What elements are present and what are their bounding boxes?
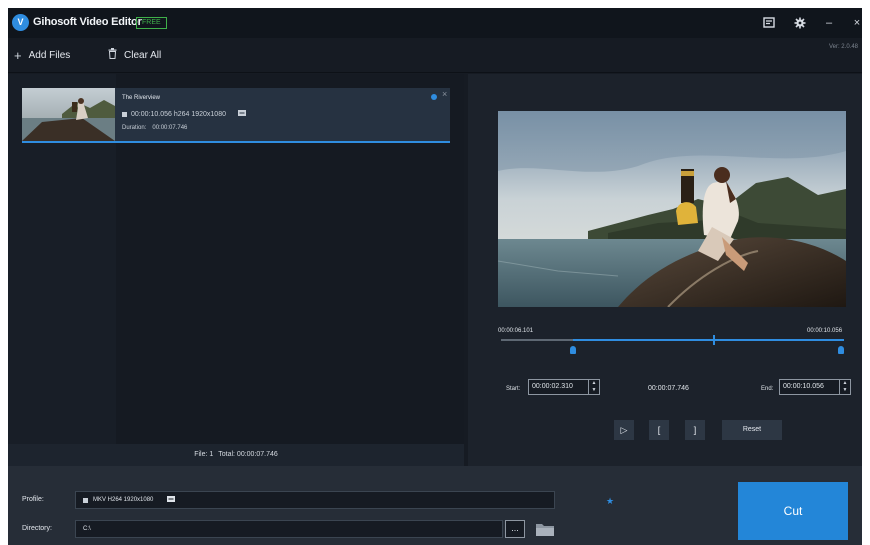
directory-input[interactable]: C:\ [75,520,503,538]
plus-icon: + [14,47,22,63]
add-files-button[interactable]: + Add Files [14,47,70,63]
video-thumbnail [22,88,115,141]
file-duration: Duration: 00:00:07.746 [122,125,187,131]
end-time-field[interactable]: 00:00:10.056 ▲ ▼ [779,379,851,395]
duration-label: Duration: [122,125,147,131]
timeline-playhead[interactable] [712,335,715,345]
file-name: The Riverview [122,95,161,101]
end-time-value[interactable]: 00:00:10.056 [780,380,839,394]
spin-up-icon[interactable]: ▲ [840,380,850,387]
video-format-icon [122,111,127,117]
app-logo-icon: V [12,14,29,31]
start-time-spinner[interactable]: ▲ ▼ [588,380,599,394]
timeline-end-time: 00:00:10.056 [807,328,843,334]
output-settings-bar: Profile: MKV H264 1920x1080 ★ Directory:… [8,466,862,545]
file-status-bar: File: 1 Total: 00:00:07.746 [8,444,464,466]
remove-file-icon[interactable]: × [442,89,447,99]
start-label: Start: [506,386,521,392]
play-button[interactable]: ▷ [614,420,634,440]
clear-all-button[interactable]: Clear All [108,47,161,63]
subtitle-icon [237,110,246,118]
file-info: 00:00:10.056 h264 1920x1080 [122,110,246,118]
spin-up-icon[interactable]: ▲ [589,380,599,387]
trash-icon [108,48,117,62]
mark-out-button[interactable]: ] [685,420,705,440]
timeline-start-time: 00:00:06.101 [498,328,534,334]
open-folder-icon[interactable] [535,521,555,537]
preview-panel: 00:00:06.101 00:00:10.056 Start: 00:00:0… [468,74,862,466]
start-time-value[interactable]: 00:00:02.310 [529,380,588,394]
free-badge: FREE [136,17,167,29]
browse-button[interactable]: ... [505,520,525,538]
add-files-label: Add Files [28,49,71,61]
favorite-star-icon[interactable]: ★ [606,496,614,507]
directory-value[interactable]: C:\ [83,526,91,532]
timeline-track[interactable] [501,339,844,341]
file-list-item[interactable]: The Riverview 00:00:10.056 h264 1920x108… [22,88,450,143]
video-preview[interactable] [498,111,846,307]
app-title: Gihosoft Video Editor [33,16,142,28]
video-format-icon [83,497,88,503]
selection-duration: 00:00:07.746 [648,385,689,392]
end-label: End: [761,386,774,392]
spin-down-icon[interactable]: ▼ [589,387,599,394]
profile-label: Profile: [22,496,44,503]
close-icon[interactable]: × [848,14,862,32]
trim-start-handle[interactable] [570,346,577,354]
file-info-text: 00:00:10.056 h264 1920x1080 [131,110,226,118]
minimize-icon[interactable]: – [820,14,838,32]
settings-gear-icon[interactable] [791,14,809,32]
version-label: Ver: 2.0.48 [828,44,858,50]
feedback-icon[interactable] [760,14,778,32]
start-time-field[interactable]: 00:00:02.310 ▲ ▼ [528,379,600,395]
subtitle-icon [167,496,176,504]
cut-button[interactable]: Cut [738,482,848,540]
file-count: File: 1 [194,451,214,458]
duration-value: 00:00:07.746 [152,125,188,131]
title-bar: V Gihosoft Video Editor FREE – × [8,8,862,38]
file-list-panel: The Riverview 00:00:10.056 h264 1920x108… [8,74,464,466]
directory-label: Directory: [22,525,52,532]
timeline-selection [573,339,844,341]
spin-down-icon[interactable]: ▼ [840,387,850,394]
total-duration: Total: 00:00:07.746 [218,451,278,458]
reset-button[interactable]: Reset [722,420,782,440]
profile-value: MKV H264 1920x1080 [93,497,154,503]
mark-in-button[interactable]: [ [649,420,669,440]
favorite-dot-icon[interactable] [431,94,437,100]
app-window: V Gihosoft Video Editor FREE – × + Add F… [8,8,862,545]
clear-all-label: Clear All [124,49,162,61]
toolbar: + Add Files Clear All Ver: 2.0.48 [8,38,862,73]
end-time-spinner[interactable]: ▲ ▼ [839,380,850,394]
profile-select[interactable]: MKV H264 1920x1080 ★ [75,491,614,509]
trim-end-handle[interactable] [838,346,844,354]
